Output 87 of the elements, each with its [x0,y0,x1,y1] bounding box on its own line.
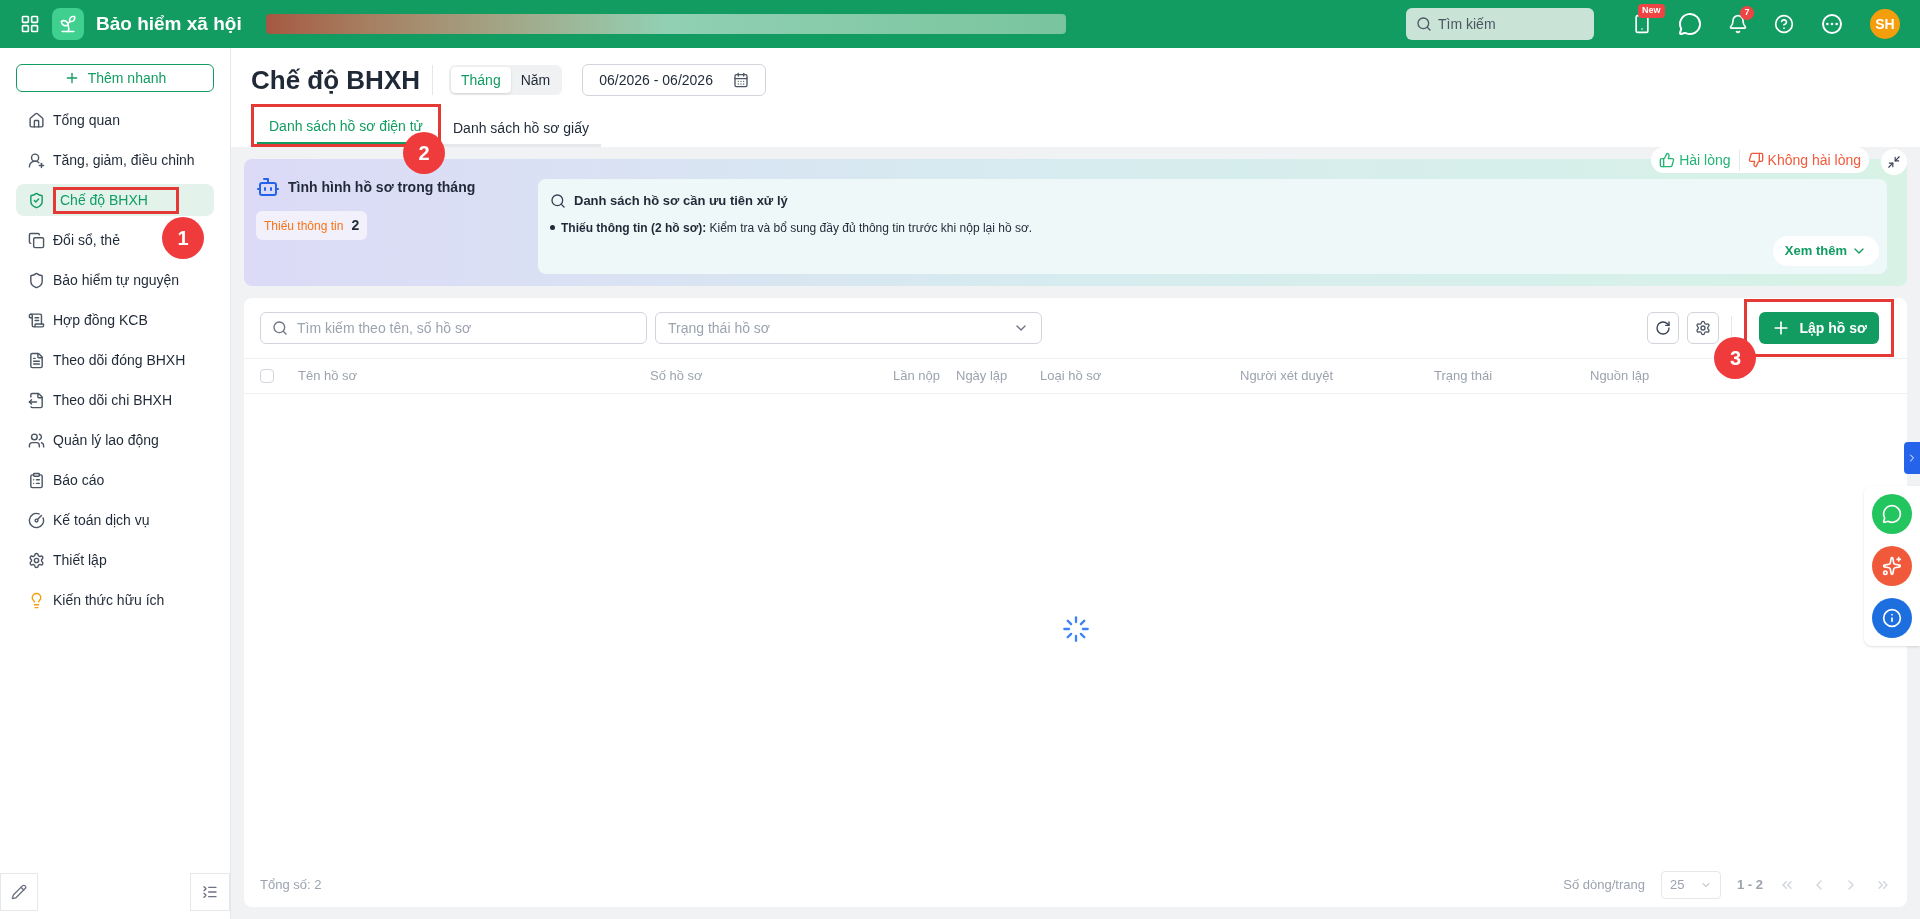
info-button[interactable] [1872,598,1912,638]
document-icon [28,351,45,369]
column-header: Trạng thái [1434,367,1494,386]
chat-icon [1882,504,1902,524]
document-arrow-icon [28,391,45,409]
collapse-button[interactable] [1881,149,1907,175]
sidebar-item[interactable]: Báo cáo [16,464,109,496]
refresh-button[interactable] [1647,312,1680,344]
priority-item: Thiếu thông tin (2 hồ sơ): Kiểm tra và bổ sung đầy đủ thông tin trước khi nộp lại hồ sơ. [561,219,1033,237]
summary-title: Tình hình hồ sơ trong tháng [288,177,476,197]
thumbs-up-icon [1659,152,1676,168]
column-header: Lần nộp [892,367,940,386]
more-icon[interactable] [1822,14,1842,34]
help-icon[interactable] [1774,14,1794,34]
bullet-icon [550,225,555,230]
priority-title: Danh sách hồ sơ cần ưu tiên xử lý [574,192,788,210]
step-badge: 1 [162,217,204,259]
expand-tab[interactable] [1904,442,1920,474]
sidebar-item[interactable]: Tổng quan [16,104,124,136]
sprout-icon [58,14,78,34]
robot-icon [256,175,280,199]
sidebar-item[interactable]: Bảo hiểm tự nguyện [16,264,184,296]
magnifier-icon [550,192,566,209]
notification-icon[interactable] [1728,14,1748,34]
info-icon [1882,608,1902,628]
copy-icon [28,231,45,249]
chat-bot-button[interactable] [1872,494,1912,534]
ai-sparkle-button[interactable] [1872,546,1912,586]
quick-add-button[interactable]: Thêm nhanh [16,64,214,92]
thumbs-down-icon [1747,152,1764,168]
date-range-field[interactable]: 06/2026 - 06/2026 [582,64,766,96]
column-header: Nguồn lập [1590,367,1651,386]
house-icon [28,111,45,129]
step-badge: 2 [403,132,445,174]
sparkle-icon [1882,556,1902,576]
settings-button[interactable] [1687,312,1720,344]
settings-icon [1695,320,1712,336]
column-header: Số hồ sơ [650,367,704,386]
edit-button[interactable] [0,873,38,911]
collapse-sidebar-button[interactable] [190,873,230,911]
page-range: 1 - 2 [1737,876,1763,895]
sidebar-item[interactable]: Kiến thức hữu ích [16,584,169,616]
sidebar-item[interactable]: Quản lý lao động [16,424,163,456]
scroll-icon [28,311,45,329]
search-field[interactable]: Tìm kiếm theo tên, số hồ sơ [260,312,647,344]
user-plus-icon [28,151,45,169]
column-header: Loại hồ sơ [1040,367,1103,386]
minimize-icon [1887,155,1901,169]
pencil-icon [11,884,27,900]
clipboard-icon [28,471,45,489]
sidebar-item[interactable]: Đổi sổ, thẻ [16,224,124,256]
new-badge: New [1638,4,1665,18]
step-badge: 3 [1714,337,1757,379]
chat-icon[interactable] [1678,12,1702,36]
refresh-icon [1655,320,1672,336]
total-count: Tổng số: 2 [260,876,322,895]
users-icon [28,431,45,449]
see-more-button[interactable]: Xem thêm [1772,236,1879,266]
select-all-checkbox[interactable] [260,369,274,383]
stat-chip[interactable]: Thiếu thông tin 2 [256,211,368,240]
period-option[interactable]: Năm [510,67,561,93]
column-header: Người xét duyệt [1240,367,1335,386]
sidebar-item[interactable]: Tăng, giảm, điều chỉnh [16,144,199,176]
tab[interactable]: Danh sách hồ sơ giấy [441,112,602,146]
search-icon [1416,16,1432,32]
sidebar-item[interactable]: Hợp đồng KCB [16,304,152,336]
notification-count: 7 [1740,6,1754,20]
sidebar-item[interactable]: Kế toán dịch vụ [16,504,154,536]
gauge-icon [28,511,45,529]
shield-icon [28,271,45,289]
app-name: Bảo hiểm xã hội [96,11,242,36]
sidebar-item[interactable]: Theo dõi đóng BHXH [16,344,190,376]
search-field[interactable]: Tìm kiếm [1406,8,1594,40]
settings-icon [28,551,45,569]
rows-per-page-label: Số dòng/trang [1563,876,1645,895]
period-option[interactable]: Tháng [451,67,511,93]
column-header: Tên hồ sơ [298,367,359,386]
shield-check-icon [28,191,45,209]
search-icon [272,320,288,336]
page-title: Chế độ BHXH [251,65,433,95]
app-grid-icon[interactable] [20,14,40,34]
sidebar-item[interactable]: Thiết lập [16,544,111,576]
column-header: Ngày lập [955,367,1009,386]
collapse-icon [202,884,218,900]
calendar-icon [732,72,749,88]
sidebar-item[interactable]: Theo dõi chi BHXH [16,384,177,416]
create-record-button[interactable]: Lập hồ sơ [1759,312,1879,344]
